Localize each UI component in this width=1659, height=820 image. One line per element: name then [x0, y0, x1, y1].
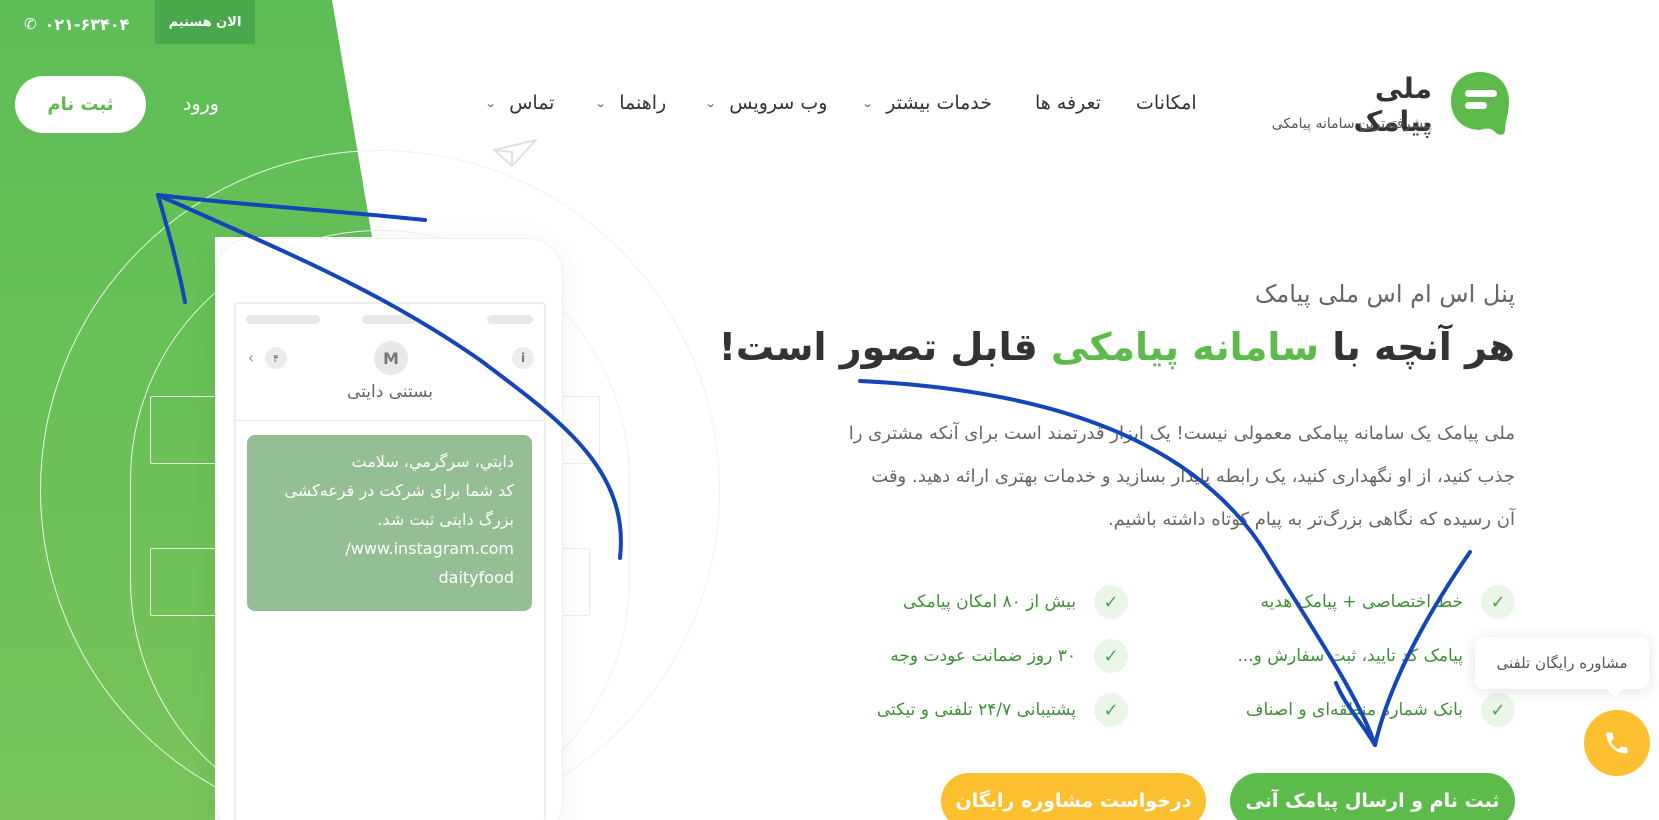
description-line: آن رسیده که نگاهی بزرگ‌تر به پیام کوتاه … [1107, 509, 1515, 530]
chevron-left-icon: ‹ [247, 347, 255, 367]
paper-plane-icon [493, 139, 537, 167]
feature-item: ✓ بیش از ۸۰ امکان پیامکی [903, 584, 1128, 620]
nav-item-pricing[interactable]: تعرفه ها [1035, 86, 1101, 120]
skeleton-bar [362, 315, 416, 324]
phone-number: ۰۲۱-۶۳۴۰۴ [44, 14, 130, 34]
sms-line: www.instagram.com/ [345, 539, 514, 558]
online-status-badge: الان هستیم [155, 0, 255, 44]
feature-text: ۳۰ روز ضمانت عودت وجه [890, 646, 1076, 666]
chevron-down-icon: ⌄ [484, 96, 497, 110]
skeleton-bar [487, 315, 533, 324]
nav-item-contact[interactable]: ⌄ تماس [484, 86, 555, 120]
hero-eyebrow: پنل اس ام اس ملی پیامک [1254, 280, 1515, 308]
signup-button[interactable]: ثبت نام [15, 76, 146, 133]
login-link[interactable]: ورود [176, 88, 226, 120]
sms-line: کد شما برای شرکت در قرعه‌کشی [284, 481, 514, 500]
feature-text: خط اختصاصی + پیامک هدیه [1260, 592, 1464, 612]
nav-item-label: راهنما [619, 92, 667, 114]
hero-headline: هر آنچه با سامانه پیامکی قابل تصور است! [719, 325, 1515, 369]
check-icon: ✓ [1481, 585, 1515, 619]
nav-item-label: امکانات [1136, 92, 1197, 114]
phone-icon [1606, 732, 1628, 754]
contact-name: بستنی دایتی [346, 382, 434, 402]
sms-bubble: دايتي، سرگرمي، سلامت کد شما برای شرکت در… [247, 435, 532, 611]
chevron-down-icon: ⌄ [861, 96, 874, 110]
headline-part: هر آنچه با [1319, 325, 1515, 369]
hero-description: ملی پیامک یک سامانه پیامکی معمولی نیست! … [760, 412, 1515, 541]
signup-send-sms-button[interactable]: ثبت نام و ارسال پیامک آنی [1230, 773, 1515, 820]
nav-item-label: خدمات بیشتر [886, 92, 993, 114]
free-consultation-button[interactable]: درخواست مشاوره رایگان [941, 773, 1206, 820]
nav-item-label: تعرفه ها [1035, 92, 1102, 114]
feature-text: پشتیبانی ۲۴/۷ تلفنی و تیکتی [876, 700, 1076, 720]
feature-item: ✓ ۳۰ روز ضمانت عودت وجه [890, 638, 1128, 674]
nav-item-label: وب سرویس [729, 92, 828, 114]
chevron-down-icon: ⌄ [594, 96, 607, 110]
logo-icon [1451, 72, 1509, 135]
logo-subtitle: پیشرفته‌ترین سامانه پیامکی [1271, 116, 1432, 132]
chevron-down-icon: ⌄ [704, 96, 717, 110]
nav-item-label: تماس [509, 92, 555, 114]
description-line: جذب کنید، از او نگهداری کنید، یک رابطه پ… [871, 466, 1515, 487]
feature-text: پیامک کد تایید، ثبت سفارش و... [1237, 646, 1463, 666]
phone-icon: ✆ [24, 15, 37, 33]
divider [236, 420, 544, 421]
headline-accent: سامانه پیامکی [1050, 325, 1320, 369]
phone-contact[interactable]: ✆ ۰۲۱-۶۳۴۰۴ [24, 13, 129, 35]
nav-item-guide[interactable]: ⌄ راهنما [594, 86, 667, 120]
feature-item: ✓ بانک شماره منطقه‌ای و اصناف [1246, 692, 1515, 728]
feature-text: بانک شماره منطقه‌ای و اصناف [1245, 700, 1463, 720]
feature-text: بیش از ۸۰ امکان پیامکی [903, 592, 1076, 612]
sms-line: daityfood [438, 568, 514, 587]
consultation-tooltip: مشاوره رایگان تلفنی [1475, 637, 1649, 697]
info-icon: i [512, 347, 534, 369]
call-button[interactable] [1584, 710, 1650, 776]
check-icon: ✓ [1094, 639, 1128, 673]
sms-line: دايتي، سرگرمي، سلامت [351, 452, 514, 471]
nav-item-web-service[interactable]: ⌄ وب سرویس [704, 86, 828, 120]
nav-item-features[interactable]: امکانات [1136, 86, 1197, 120]
headline-part: قابل تصور است! [718, 325, 1051, 369]
skeleton-bar [246, 315, 320, 324]
feature-item: ✓ خط اختصاصی + پیامک هدیه [1260, 584, 1515, 620]
nav-item-more-services[interactable]: ⌄ خدمات بیشتر [861, 86, 993, 120]
check-icon: ✓ [1481, 693, 1515, 727]
message-count-badge: ۴ [265, 347, 287, 369]
sms-line: بزرگ دایتی ثبت شد. [377, 510, 514, 529]
avatar: M [374, 341, 408, 375]
feature-item: ✓ پشتیبانی ۲۴/۷ تلفنی و تیکتی [877, 692, 1128, 728]
check-icon: ✓ [1094, 585, 1128, 619]
description-line: ملی پیامک یک سامانه پیامکی معمولی نیست! … [848, 423, 1515, 444]
check-icon: ✓ [1094, 693, 1128, 727]
feature-item: ✓ پیامک کد تایید، ثبت سفارش و... [1237, 638, 1515, 674]
